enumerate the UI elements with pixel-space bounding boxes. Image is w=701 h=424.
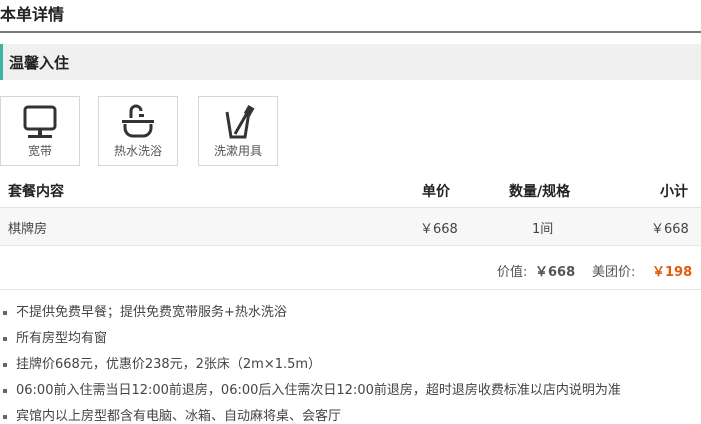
amenity-hot-water-bath: 热水洗浴	[98, 96, 178, 166]
value-amount: ￥668	[535, 265, 576, 280]
amenity-label: 宽带	[27, 144, 52, 158]
group-price-amount: ￥198	[652, 265, 693, 280]
broadband-icon	[23, 105, 57, 138]
row-quantity: 1间	[532, 222, 554, 237]
group-price-label: 美团价:	[592, 265, 636, 280]
list-item: 所有房型均有窗	[0, 326, 701, 352]
row-unit-price: ￥668	[420, 222, 458, 237]
table-header: 套餐内容 单价 数量/规格 小计	[0, 172, 701, 208]
table-row: 棋牌房 ￥668 1间 ￥668	[0, 208, 701, 246]
amenity-broadband: 宽带	[0, 96, 80, 166]
row-subtotal: ￥668	[651, 222, 689, 237]
section-header: 温馨入住	[0, 44, 701, 80]
amenity-label: 热水洗浴	[113, 144, 162, 158]
section-title: 温馨入住	[9, 54, 70, 72]
list-item: 不提供免费早餐；提供免费宽带服务+热水洗浴	[0, 300, 701, 326]
page-title: 本单详情	[0, 0, 701, 33]
header-unit-price: 单价	[422, 184, 450, 200]
value-label: 价值:	[497, 265, 528, 280]
list-item: 挂牌价668元，优惠价238元，2张床（2m×1.5m）	[0, 352, 701, 378]
header-subtotal: 小计	[660, 184, 688, 200]
header-quantity: 数量/规格	[509, 184, 571, 200]
row-content: 棋牌房	[8, 222, 48, 237]
hot-water-bath-icon	[122, 104, 154, 138]
price-summary: 价值: ￥668 美团价: ￥198	[0, 246, 701, 290]
toiletries-icon	[225, 105, 255, 139]
list-item: 06:00前入住需当日12:00前退房，06:00后入住需次日12:00前退房，…	[0, 378, 701, 404]
list-item: 宾馆内以上房型都含有电脑、冰箱、自动麻将桌、会客厅	[0, 404, 701, 424]
header-content: 套餐内容	[8, 184, 64, 200]
notes-list: 不提供免费早餐；提供免费宽带服务+热水洗浴 所有房型均有窗 挂牌价668元，优惠…	[0, 300, 701, 424]
amenity-label: 洗漱用具	[213, 144, 262, 158]
amenity-toiletries: 洗漱用具	[198, 96, 278, 166]
